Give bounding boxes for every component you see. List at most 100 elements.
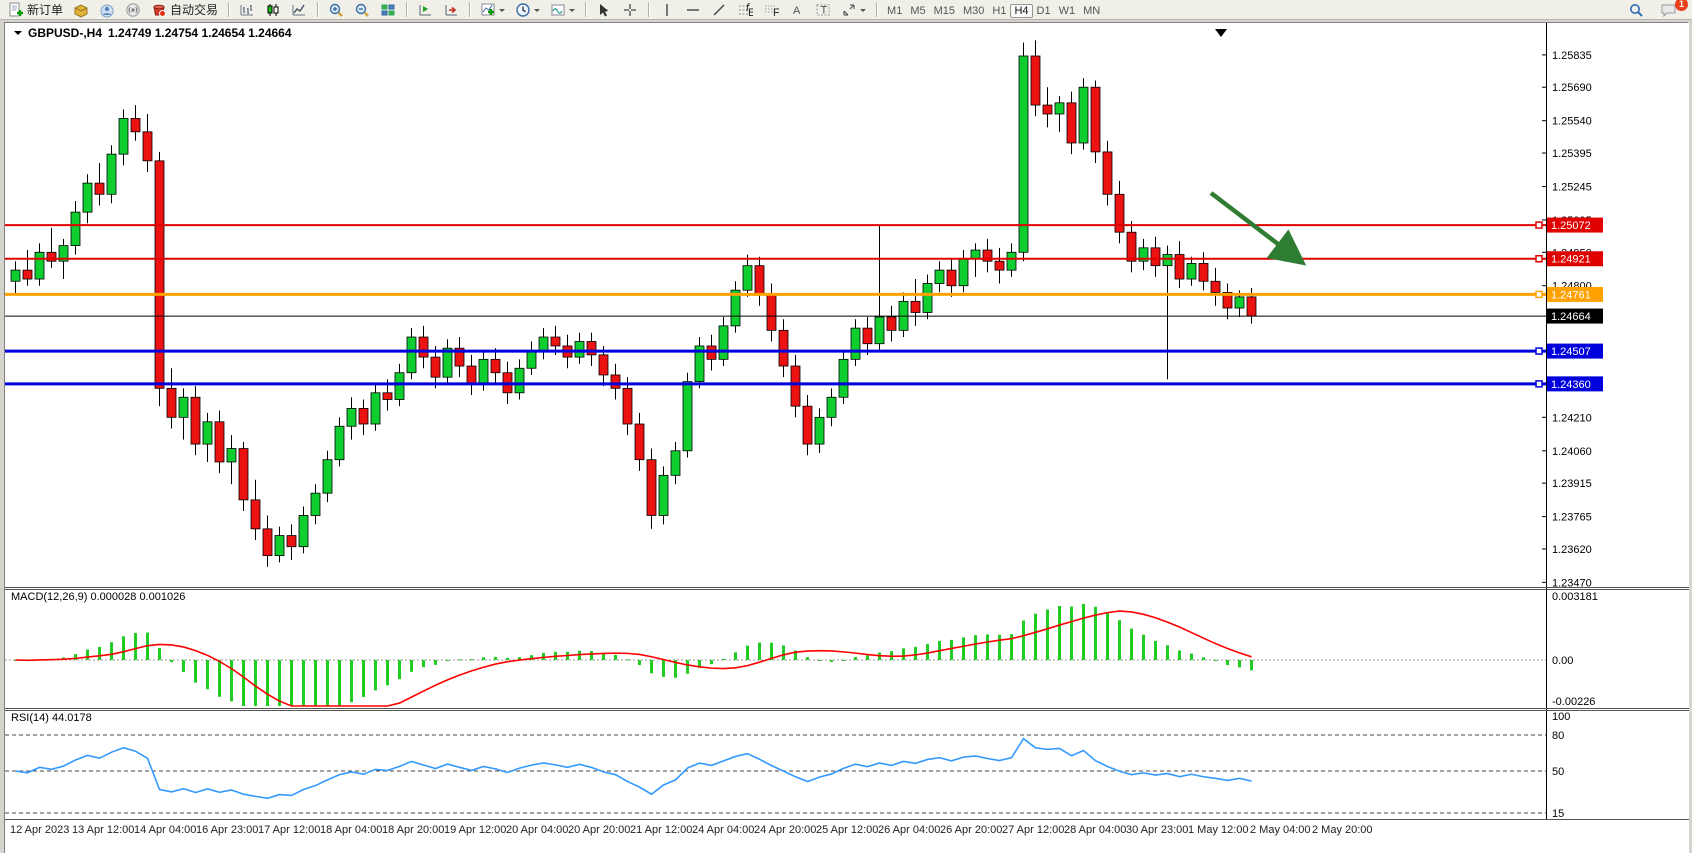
timeframe-h4-button[interactable]: H4 — [1010, 4, 1032, 18]
svg-text:16 Apr 23:00: 16 Apr 23:00 — [196, 824, 258, 836]
timeframe-m5-button[interactable]: M5 — [906, 4, 929, 18]
svg-text:26 Apr 04:00: 26 Apr 04:00 — [878, 824, 940, 836]
line-chart-type-button[interactable] — [287, 1, 311, 19]
text-tool-button[interactable]: A — [785, 1, 809, 19]
macd-name: MACD(12,26,9) — [11, 591, 87, 603]
chart-ohlc-values: 1.24749 1.24754 1.24654 1.24664 — [108, 26, 292, 40]
fibonacci-icon: fE — [737, 2, 753, 18]
dropdown-caret-icon — [534, 9, 540, 15]
toolbar-separator — [648, 2, 649, 17]
chart-dropdown-icon[interactable] — [14, 31, 22, 39]
channel-icon: F — [763, 2, 779, 18]
text-label-tool-button[interactable]: T — [811, 1, 835, 19]
chart-shift-icon — [443, 2, 459, 18]
trendline-tool-button[interactable] — [707, 1, 731, 19]
search-button[interactable] — [1624, 1, 1648, 19]
timeframe-d1-button[interactable]: D1 — [1033, 4, 1055, 18]
market-button[interactable] — [69, 1, 93, 19]
timeframe-w1-button[interactable]: W1 — [1055, 4, 1080, 18]
svg-text:14 Apr 04:00: 14 Apr 04:00 — [134, 824, 196, 836]
candlestick-chart-icon — [265, 2, 281, 18]
timeframe-m30-button[interactable]: M30 — [959, 4, 988, 18]
autotrading-button[interactable]: 自动交易 — [147, 1, 222, 19]
timeframe-bar: M1M5M15M30H1H4D1W1MN — [883, 1, 1104, 19]
auto-scroll-icon — [417, 2, 433, 18]
zoom-out-button[interactable] — [350, 1, 374, 19]
chart-frame: 1.258351.256901.255401.253951.252451.250… — [4, 22, 1688, 853]
vertical-line-icon — [659, 2, 675, 18]
main-toolbar: 新订单 自动交易 — [0, 0, 1692, 20]
periods-button[interactable] — [511, 1, 544, 19]
market-icon — [73, 2, 89, 18]
svg-text:1 May 12:00: 1 May 12:00 — [1188, 824, 1249, 836]
timeframe-m1-button[interactable]: M1 — [883, 4, 906, 18]
crosshair-icon — [622, 2, 638, 18]
chart-window: 1.258351.256901.255401.253951.252451.250… — [0, 21, 1692, 853]
svg-text:21 Apr 12:00: 21 Apr 12:00 — [630, 824, 692, 836]
arrows-icon — [841, 2, 857, 18]
macd-indicator-label: MACD(12,26,9) 0.000028 0.001026 — [11, 591, 185, 603]
signals-button[interactable] — [121, 1, 145, 19]
vertical-line-tool-button[interactable] — [655, 1, 679, 19]
svg-text:12 Apr 2023: 12 Apr 2023 — [10, 824, 69, 836]
notification-badge: 1 — [1675, 0, 1688, 11]
clock-icon — [515, 2, 531, 18]
new-order-button[interactable]: 新订单 — [4, 1, 67, 19]
horizontal-line-icon — [685, 2, 701, 18]
community-button[interactable] — [95, 1, 119, 19]
svg-text:17 Apr 12:00: 17 Apr 12:00 — [258, 824, 320, 836]
indicators-button[interactable] — [476, 1, 509, 19]
rsi-value: 44.0178 — [52, 712, 92, 724]
timeframe-h1-button[interactable]: H1 — [988, 4, 1010, 18]
svg-text:-0.00226: -0.00226 — [1552, 696, 1595, 708]
price-chart-canvas[interactable]: 1.258351.256901.255401.253951.252451.250… — [5, 23, 1689, 853]
svg-text:19 Apr 12:00: 19 Apr 12:00 — [444, 824, 506, 836]
templates-button[interactable] — [546, 1, 579, 19]
crosshair-tool-button[interactable] — [618, 1, 642, 19]
svg-text:1.24921: 1.24921 — [1551, 254, 1591, 266]
text-label-icon: T — [815, 2, 831, 18]
zoom-in-button[interactable] — [324, 1, 348, 19]
horizontal-line-tool-button[interactable] — [681, 1, 705, 19]
svg-text:25 Apr 12:00: 25 Apr 12:00 — [816, 824, 878, 836]
svg-text:E: E — [748, 7, 753, 18]
svg-text:30 Apr 23:00: 30 Apr 23:00 — [1126, 824, 1188, 836]
svg-text:1.25072: 1.25072 — [1551, 220, 1591, 232]
svg-text:1.23765: 1.23765 — [1552, 512, 1592, 524]
text-icon: A — [789, 2, 805, 18]
arrows-tool-button[interactable] — [837, 1, 870, 19]
chart-shift-button[interactable] — [439, 1, 463, 19]
timeframe-m15-button[interactable]: M15 — [930, 4, 959, 18]
candlestick-chart-type-button[interactable] — [261, 1, 285, 19]
svg-text:20 Apr 04:00: 20 Apr 04:00 — [506, 824, 568, 836]
svg-text:18 Apr 04:00: 18 Apr 04:00 — [320, 824, 382, 836]
tile-windows-button[interactable] — [376, 1, 400, 19]
svg-text:1.23620: 1.23620 — [1552, 544, 1592, 556]
tile-windows-icon — [380, 2, 396, 18]
auto-scroll-button[interactable] — [413, 1, 437, 19]
timeframe-mn-button[interactable]: MN — [1079, 4, 1104, 18]
svg-text:26 Apr 20:00: 26 Apr 20:00 — [940, 824, 1002, 836]
svg-text:20 Apr 20:00: 20 Apr 20:00 — [568, 824, 630, 836]
chart-symbol-title: GBPUSD-,H4 — [28, 26, 102, 40]
templates-icon — [550, 2, 566, 18]
svg-text:T: T — [821, 4, 828, 16]
toolbar-separator — [469, 2, 470, 17]
autotrading-icon — [151, 2, 167, 18]
fibonacci-tool-button[interactable]: fE — [733, 1, 757, 19]
channel-tool-button[interactable]: F — [759, 1, 783, 19]
svg-text:28 Apr 04:00: 28 Apr 04:00 — [1064, 824, 1126, 836]
svg-text:1.24664: 1.24664 — [1551, 311, 1591, 323]
zoom-out-icon — [354, 2, 370, 18]
svg-text:80: 80 — [1552, 730, 1564, 742]
svg-text:1.25540: 1.25540 — [1552, 116, 1592, 128]
svg-text:15: 15 — [1552, 808, 1564, 820]
notifications-button[interactable]: 1 — [1656, 1, 1682, 19]
date-axis-labels[interactable]: 12 Apr 202313 Apr 12:0014 Apr 04:0016 Ap… — [10, 824, 1373, 836]
signals-icon — [125, 2, 141, 18]
chart-title-bar[interactable]: GBPUSD-,H4 1.24749 1.24754 1.24654 1.246… — [14, 26, 292, 40]
new-order-icon — [8, 2, 24, 18]
toolbar-separator — [585, 2, 586, 17]
cursor-tool-button[interactable] — [592, 1, 616, 19]
bar-chart-type-button[interactable] — [235, 1, 259, 19]
